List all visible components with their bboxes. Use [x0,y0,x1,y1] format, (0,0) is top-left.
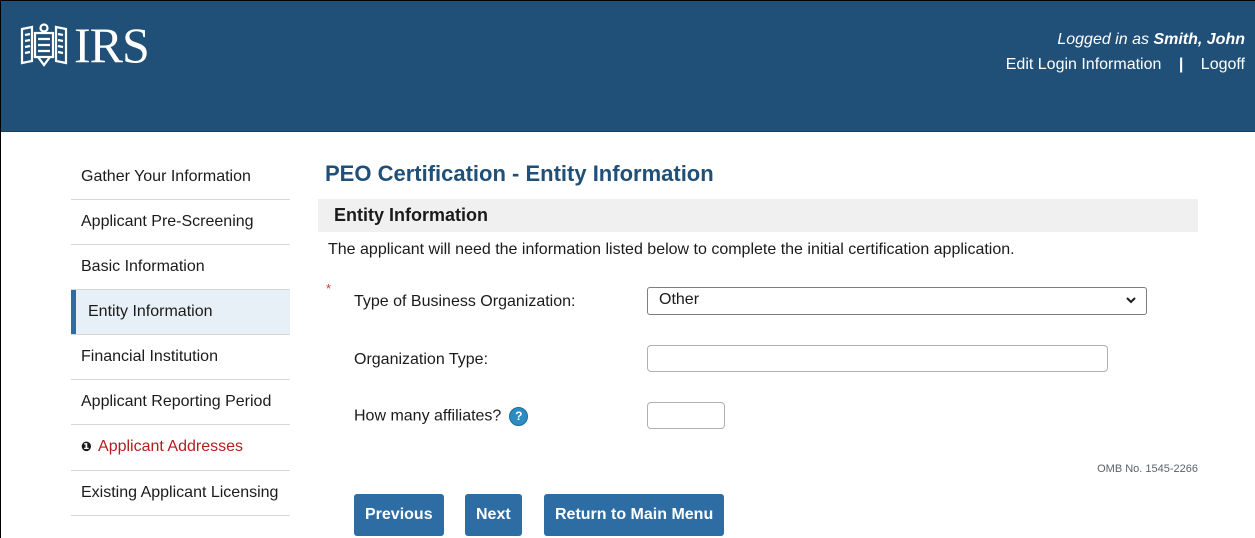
account-links: Edit Login Information | Logoff [1006,56,1245,74]
previous-button[interactable]: Previous [354,494,444,536]
omb-number: OMB No. 1545-2266 [1097,463,1198,475]
sidebar-nav: Gather Your Information Applicant Pre-Sc… [71,155,290,516]
logo-text: IRS [74,17,150,73]
affiliates-row: How many affiliates?? [318,401,1198,431]
intro-text: The applicant will need the information … [328,241,1015,258]
sidebar-item-label: Entity Information [88,303,213,320]
next-button[interactable]: Next [465,494,522,536]
sidebar-item-applicant-reporting-period[interactable]: Applicant Reporting Period [71,380,290,425]
sidebar-item-label: Basic Information [81,258,205,275]
exclamation-circle-icon: ❶ [81,440,93,455]
logoff-link[interactable]: Logoff [1201,56,1245,73]
business-org-select[interactable]: Other [647,287,1147,315]
sidebar-item-entity-information[interactable]: Entity Information [71,290,290,335]
main-content: PEO Certification - Entity Information E… [318,155,1198,536]
eagle-icon [20,23,68,67]
sidebar-item-label: Applicant Pre-Screening [81,213,254,230]
org-type-row: Organization Type: [318,345,1198,375]
sidebar-item-basic-information[interactable]: Basic Information [71,245,290,290]
org-type-input[interactable] [647,345,1108,372]
site-header: IRS Logged in as Smith, John Edit Login … [0,0,1255,132]
required-marker: * [326,281,332,296]
logged-in-status: Logged in as Smith, John [1006,31,1245,49]
frame-border-left [0,0,1,538]
sidebar-item-applicant-pre-screening[interactable]: Applicant Pre-Screening [71,200,290,245]
sidebar-item-financial-institution[interactable]: Financial Institution [71,335,290,380]
section-header: Entity Information [318,199,1198,232]
chevron-down-icon [1126,297,1136,304]
sidebar-item-label: Applicant Reporting Period [81,393,272,410]
irs-logo[interactable]: IRS [18,17,150,73]
affiliates-label-wrap: How many affiliates?? [354,407,529,426]
sidebar-item-label: Financial Institution [81,348,218,365]
affiliates-label: How many affiliates? [354,407,502,425]
sidebar-item-label: Gather Your Information [81,168,251,185]
business-org-selected-value: Other [659,291,700,308]
logged-in-prefix: Logged in as [1057,31,1149,48]
return-main-menu-button[interactable]: Return to Main Menu [544,494,725,536]
sidebar-item-gather-your-information[interactable]: Gather Your Information [71,155,290,200]
org-type-label: Organization Type: [354,351,489,368]
edit-login-link[interactable]: Edit Login Information [1006,56,1162,73]
sidebar-item-applicant-addresses[interactable]: ❶ Applicant Addresses [71,425,290,471]
sidebar-item-label: Applicant Addresses [98,438,243,455]
frame-border-top [0,0,1255,1]
business-org-label: Type of Business Organization: [354,293,576,310]
page-title: PEO Certification - Entity Information [325,161,714,186]
user-name: Smith, John [1153,31,1245,48]
link-separator: | [1178,56,1184,73]
affiliates-input[interactable] [647,402,725,429]
sidebar-item-existing-applicant-licensing[interactable]: Existing Applicant Licensing [71,471,290,516]
user-info: Logged in as Smith, John Edit Login Info… [1006,31,1245,74]
help-icon[interactable]: ? [509,407,529,426]
business-org-row: * Type of Business Organization: Other [318,281,1198,317]
sidebar-item-label: Existing Applicant Licensing [81,484,279,501]
